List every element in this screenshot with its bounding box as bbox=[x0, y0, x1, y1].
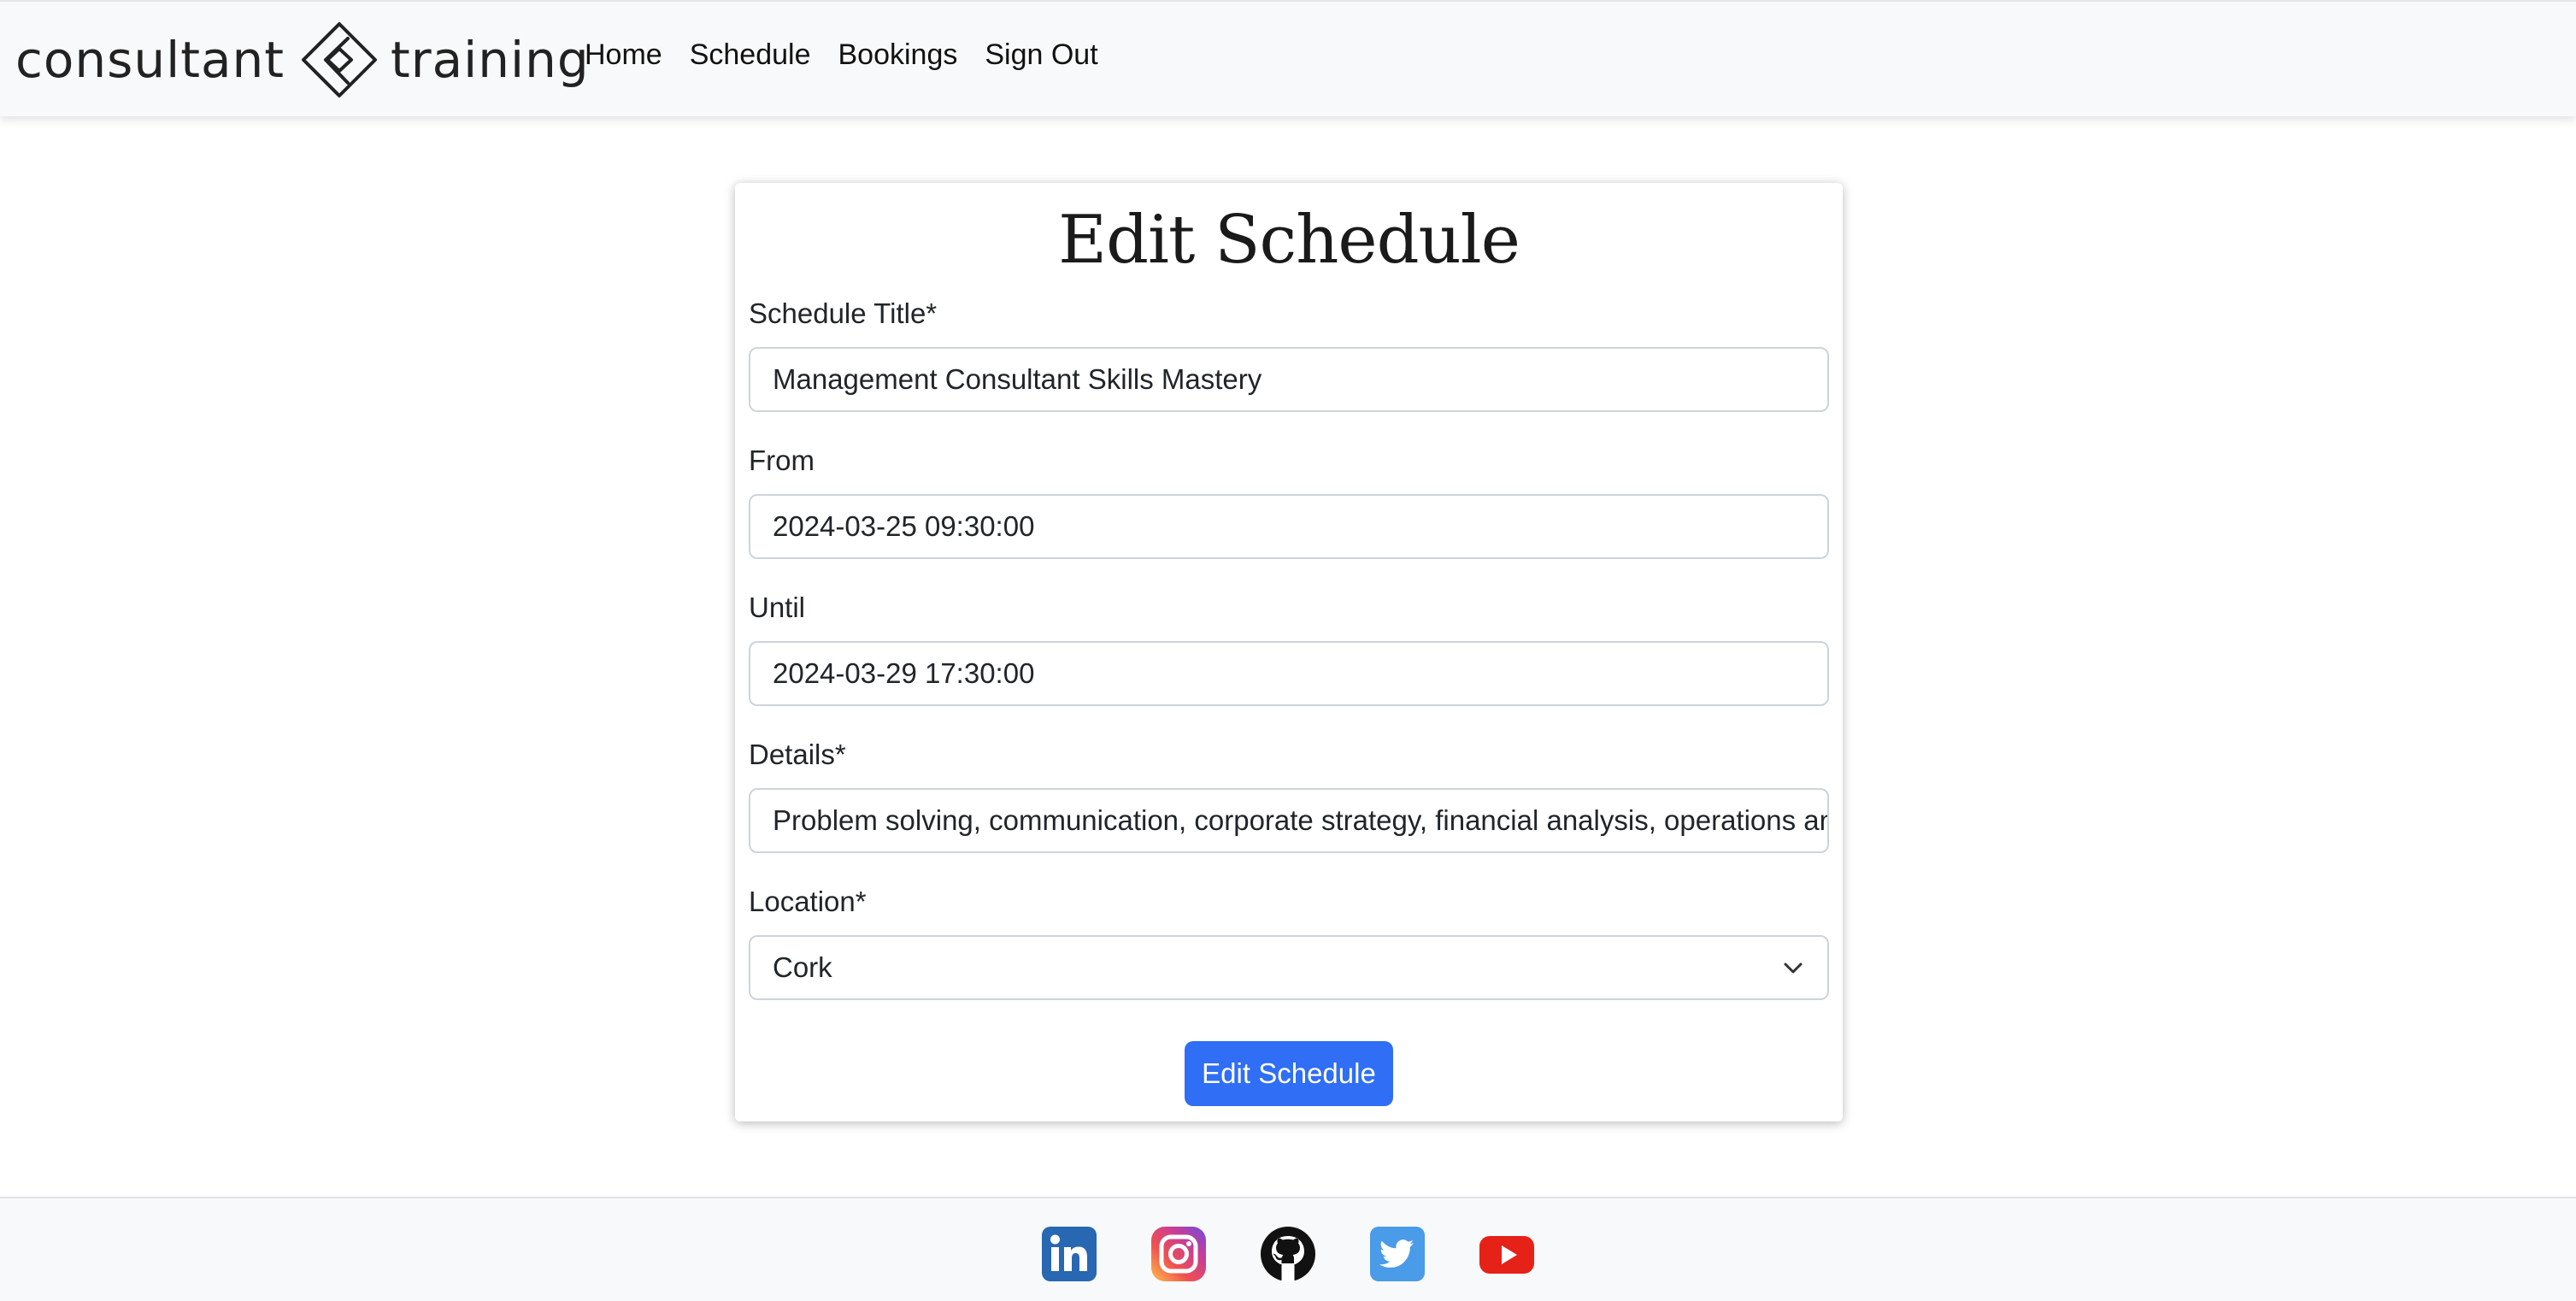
location-label: Location* bbox=[749, 886, 867, 917]
instagram-icon bbox=[1151, 1227, 1206, 1281]
github-icon bbox=[1261, 1227, 1315, 1282]
schedule-title-label: Schedule Title* bbox=[749, 297, 938, 329]
nav-schedule-link[interactable]: Schedule bbox=[676, 32, 825, 77]
twitter-link[interactable] bbox=[1369, 1226, 1426, 1282]
details-input[interactable]: Problem solving, communication, corporat… bbox=[749, 788, 1829, 853]
until-datetime-input[interactable]: 2024-03-29 17:30:00 bbox=[749, 641, 1829, 706]
edit-schedule-card: Edit Schedule Schedule Title* Management… bbox=[735, 183, 1843, 1121]
navbar: consultant training Home Schedule Bookin… bbox=[0, 0, 2576, 116]
from-datetime-input[interactable]: 2024-03-25 09:30:00 bbox=[749, 494, 1829, 559]
youtube-link[interactable] bbox=[1479, 1226, 1535, 1282]
location-select[interactable]: Cork bbox=[749, 935, 1829, 1000]
youtube-icon bbox=[1479, 1236, 1534, 1274]
footer bbox=[0, 1197, 2576, 1301]
schedule-title-input[interactable]: Management Consultant Skills Mastery bbox=[749, 347, 1829, 412]
location-selected-value: Cork bbox=[773, 951, 832, 983]
details-label: Details* bbox=[749, 739, 846, 770]
page-title: Edit Schedule bbox=[1058, 202, 1520, 279]
instagram-link[interactable] bbox=[1150, 1226, 1207, 1282]
nav-home-link[interactable]: Home bbox=[571, 32, 676, 77]
edit-schedule-button[interactable]: Edit Schedule bbox=[1185, 1041, 1393, 1106]
linkedin-link[interactable] bbox=[1041, 1226, 1097, 1282]
until-label: Until bbox=[749, 592, 806, 623]
twitter-icon bbox=[1370, 1227, 1425, 1281]
from-label: From bbox=[749, 444, 815, 476]
linkedin-icon bbox=[1042, 1227, 1097, 1281]
brand-word-training: training bbox=[391, 31, 590, 89]
chevron-down-icon bbox=[1784, 963, 1803, 974]
diamond-logo-icon bbox=[302, 22, 378, 97]
nav-menu: Home Schedule Bookings Sign Out bbox=[571, 32, 1112, 77]
brand-word-consultant: consultant bbox=[15, 31, 285, 89]
brand-logo-link[interactable]: consultant training bbox=[15, 17, 590, 103]
nav-sign-out-link[interactable]: Sign Out bbox=[971, 32, 1111, 77]
github-link[interactable] bbox=[1260, 1226, 1316, 1282]
nav-bookings-link[interactable]: Bookings bbox=[824, 32, 971, 77]
